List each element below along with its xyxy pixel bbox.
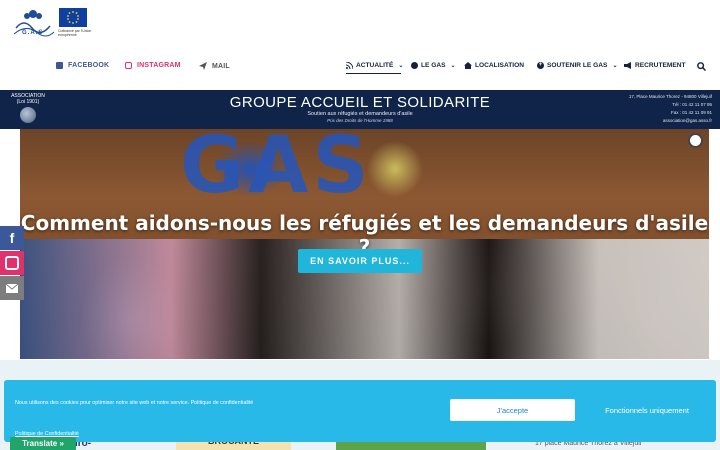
nav-label-actualite: ACTUALITÉ [356,62,394,69]
side-mail-button[interactable] [0,276,24,300]
banner-subtitle: Soutien aux réfugiés et demandeurs d'asi… [307,111,413,117]
chevron-down-icon: ⌄ [612,63,618,69]
side-instagram-button[interactable] [0,251,24,275]
nav-item-actualite[interactable]: ACTUALITÉ ⌄ [346,62,403,69]
active-nav-underline [346,73,401,74]
chevron-down-icon: ⌄ [450,63,456,69]
gas-logo[interactable] [10,6,56,42]
banner-title: GROUPE ACCUEIL ET SOLIDARITE [229,94,491,111]
site-header: G.A.S Cofinancé par l'Union européenne F… [0,0,720,90]
banner-contact: 17, Place Maurice Thorez - 94800 Villeju… [629,93,712,125]
banner-address: 17, Place Maurice Thorez - 94800 Villeju… [628,94,712,99]
cookie-banner: Nous utilisons des cookies pour optimise… [4,380,716,442]
home-icon [464,62,472,69]
rss-icon [346,62,353,69]
nav-item-le-gas[interactable]: LE GAS ⌄ [411,62,456,69]
facebook-label: FACEBOOK [68,62,110,69]
instagram-icon [125,62,132,69]
banner-email[interactable]: association@gas.asso.fr [629,117,712,125]
banner-fax: Fax : 01 42 11 09 91 [671,110,712,115]
mail-icon [6,283,18,293]
accept-cookies-button[interactable]: J'accepte [450,399,575,421]
plus-circle-icon: + [537,62,544,69]
nav-item-recrutement[interactable]: RECRUTEMENT [624,62,686,69]
banner-prize: Prix des Droits de l'Homme 1988 [327,118,393,123]
pause-icon[interactable] [688,133,703,148]
mail-label: MAIL [212,62,230,70]
association-line2: (Loi 1901) [16,99,40,105]
facebook-icon: f [9,230,15,246]
side-facebook-button[interactable]: f [0,226,24,250]
nav-item-localisation[interactable]: LOCALISATION [464,62,524,69]
translate-button[interactable]: Translate » [10,437,76,450]
mail-link[interactable]: MAIL [199,62,230,70]
search-icon[interactable] [697,62,706,71]
eu-caption: Cofinancé par l'Union européenne [58,29,92,37]
nav-label-le-gas: LE GAS [421,62,446,69]
logo-text: G.A.S [22,30,44,36]
chevron-down-icon: ⌄ [398,63,404,69]
instagram-label: INSTAGRAM [137,62,181,69]
instagram-icon [5,256,19,270]
nav-label-localisation: LOCALISATION [475,62,524,69]
eu-flag-icon [59,8,87,27]
nav-item-soutenir[interactable]: + SOUTENIR LE GAS ⌄ [537,62,617,69]
banner-tel: Tél : 01 42 11 07 95 [672,102,712,107]
mail-icon [199,62,207,70]
association-label: ASSOCIATION (Loi 1901) [8,93,48,105]
globe-icon [20,107,36,123]
instagram-link[interactable]: INSTAGRAM [125,62,181,69]
info-icon [411,62,418,69]
cookie-message: Nous utilisons des cookies pour optimise… [15,400,254,406]
association-banner: ASSOCIATION (Loi 1901) GROUPE ACCUEIL ET… [0,90,720,129]
nav-label-recrutement: RECRUTEMENT [635,62,686,69]
facebook-link[interactable]: FACEBOOK [56,62,109,69]
functional-only-button[interactable]: Fonctionnels uniquement [592,399,702,421]
facebook-icon [56,62,63,69]
learn-more-button[interactable]: EN SAVOIR PLUS... [298,249,422,273]
megaphone-icon [624,62,631,69]
nav-label-soutenir: SOUTENIR LE GAS [547,62,608,69]
hero-slider: GAS Comment aidons-nous les réfugiés et … [20,129,709,359]
